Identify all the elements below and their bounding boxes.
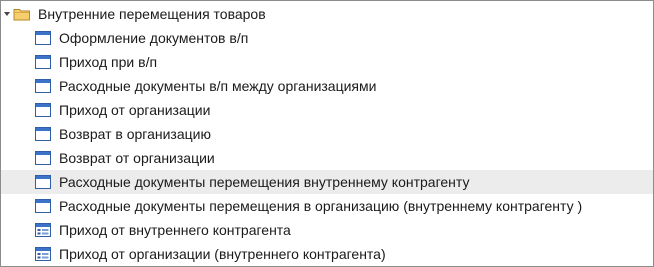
tree-folder-internal-transfers[interactable]: Внутренние перемещения товаров <box>1 2 653 26</box>
tree-item-label: Оформление документов в/п <box>59 30 249 46</box>
tree-item-outgoing-to-org-internal[interactable]: Расходные документы перемещения в органи… <box>1 194 653 218</box>
tree-item-label: Приход от внутреннего контрагента <box>59 222 291 238</box>
tree-item-transfer-receipt[interactable]: Приход при в/п <box>1 50 653 74</box>
form-icon <box>35 103 51 117</box>
tree-folder-label: Внутренние перемещения товаров <box>38 6 266 22</box>
form-icon <box>35 55 51 69</box>
tree-item-label: Возврат от организации <box>59 150 215 166</box>
tree-item-doc-formation[interactable]: Оформление документов в/п <box>1 26 653 50</box>
form-icon <box>35 199 51 213</box>
list-form-icon <box>35 223 51 237</box>
tree-item-outgoing-to-internal-contractor[interactable]: Расходные документы перемещения внутренн… <box>1 170 653 194</box>
tree-item-outgoing-between-orgs[interactable]: Расходные документы в/п между организаци… <box>1 74 653 98</box>
expand-arrow-icon[interactable] <box>4 12 10 16</box>
tree-item-receipt-from-org[interactable]: Приход от организации <box>1 98 653 122</box>
form-icon <box>35 79 51 93</box>
tree-item-label: Приход при в/п <box>59 54 158 70</box>
form-icon <box>35 31 51 45</box>
tree-item-receipt-from-internal-contractor[interactable]: Приход от внутреннего контрагента <box>1 218 653 242</box>
form-icon <box>35 127 51 141</box>
tree-item-receipt-from-org-internal[interactable]: Приход от организации (внутреннего контр… <box>1 242 653 266</box>
tree-item-label: Расходные документы в/п между организаци… <box>59 78 377 94</box>
tree-item-return-from-org[interactable]: Возврат от организации <box>1 146 653 170</box>
form-icon <box>35 151 51 165</box>
form-icon <box>35 175 51 189</box>
navigation-tree: Внутренние перемещения товаров Оформлени… <box>0 0 654 267</box>
tree-item-return-to-org[interactable]: Возврат в организацию <box>1 122 653 146</box>
folder-icon <box>13 9 30 21</box>
list-form-icon <box>35 247 51 261</box>
tree-item-label: Приход от организации <box>59 102 211 118</box>
tree-item-label: Расходные документы перемещения в органи… <box>59 198 583 214</box>
tree-item-label: Расходные документы перемещения внутренн… <box>59 174 470 190</box>
tree-item-label: Приход от организации (внутреннего контр… <box>59 246 386 262</box>
tree-item-label: Возврат в организацию <box>59 126 211 142</box>
